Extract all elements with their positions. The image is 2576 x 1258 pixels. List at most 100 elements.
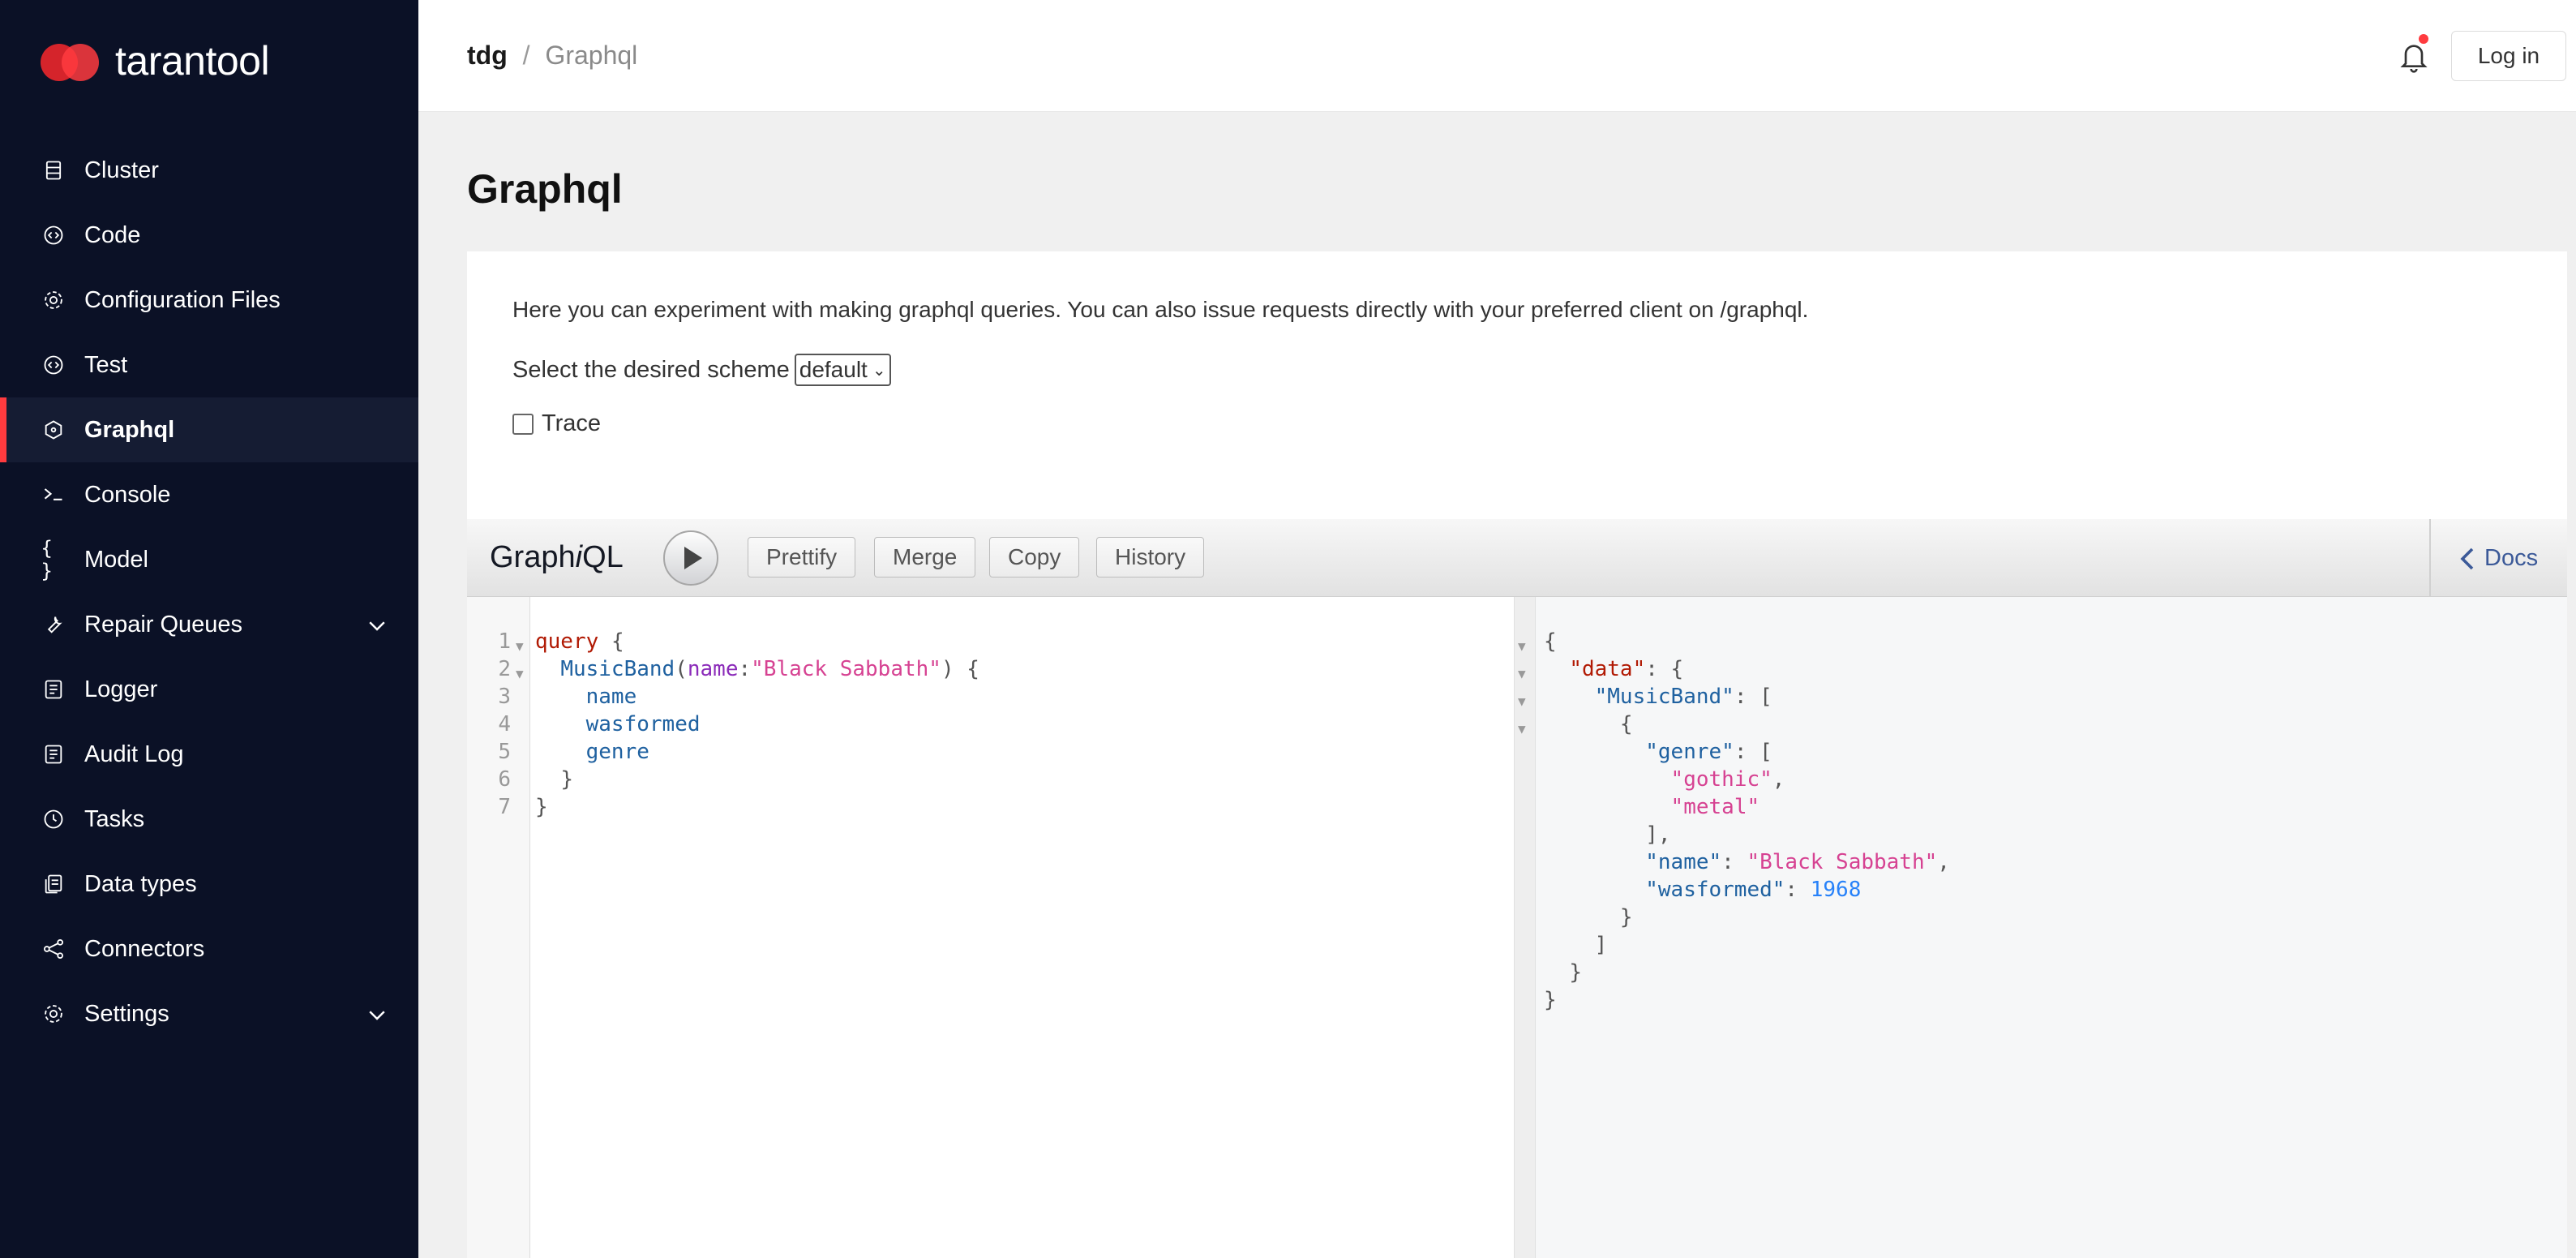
chevron-down-icon[interactable] bbox=[365, 1003, 389, 1027]
result-line: "name": "Black Sabbath", bbox=[1645, 850, 1950, 874]
sidebar-item-console[interactable]: Console bbox=[0, 462, 418, 527]
result-line: "gothic", bbox=[1670, 767, 1785, 792]
sidebar-item-label: Model bbox=[84, 546, 148, 573]
notifications-button[interactable] bbox=[2398, 34, 2430, 75]
result-line: } bbox=[1544, 988, 1557, 1012]
braces-icon: { } bbox=[41, 537, 54, 582]
play-icon bbox=[684, 547, 702, 569]
sidebar-item-audit-log[interactable]: Audit Log bbox=[0, 722, 418, 787]
chevron-down-icon: ⌄ bbox=[872, 361, 886, 380]
gear-icon bbox=[41, 1001, 66, 1027]
top-header: tdg / Graphql Log in bbox=[418, 0, 2576, 112]
chevron-down-icon[interactable] bbox=[365, 613, 389, 638]
sidebar-item-logger[interactable]: Logger bbox=[0, 657, 418, 722]
sidebar-item-label: Tasks bbox=[84, 805, 145, 832]
sidebar-item-label: Code bbox=[84, 221, 141, 248]
notification-dot bbox=[2419, 34, 2428, 44]
share-icon bbox=[41, 936, 66, 962]
sidebar: tarantool Cluster Code Configuration Fil… bbox=[0, 0, 418, 1258]
code-line: MusicBand(name:"Black Sabbath") { bbox=[560, 657, 979, 681]
line-number: 2 bbox=[498, 657, 511, 681]
query-editor[interactable]: 1 2 3 4 5 6 7 ▼ ▼ query { MusicBand(name… bbox=[467, 597, 1515, 1258]
result-line: { bbox=[1619, 712, 1633, 736]
chevron-left-icon bbox=[2460, 547, 2474, 569]
result-line: ], bbox=[1645, 822, 1671, 847]
bell-icon bbox=[2400, 45, 2428, 73]
scheme-select[interactable]: default ⌄ bbox=[794, 354, 891, 386]
sidebar-item-configuration-files[interactable]: Configuration Files bbox=[0, 268, 418, 333]
result-line: } bbox=[1619, 905, 1633, 930]
tarantool-logo[interactable]: tarantool bbox=[41, 36, 270, 86]
clock-icon bbox=[41, 806, 66, 832]
sidebar-item-label: Graphql bbox=[84, 416, 175, 443]
line-number: 1 bbox=[498, 629, 511, 654]
sidebar-item-label: Repair Queues bbox=[84, 611, 243, 638]
line-number: 4 bbox=[498, 712, 511, 736]
history-button[interactable]: History bbox=[1096, 537, 1205, 577]
fold-arrow-icon[interactable]: ▼ bbox=[1518, 715, 1526, 743]
code-line: wasformed bbox=[585, 712, 701, 736]
breadcrumb-root[interactable]: tdg bbox=[467, 41, 508, 70]
logo-text: tarantool bbox=[115, 38, 270, 84]
scheme-label: Select the desired scheme bbox=[512, 356, 790, 383]
fold-arrow-icon[interactable]: ▼ bbox=[516, 660, 524, 688]
scheme-selected-value: default bbox=[799, 357, 868, 382]
breadcrumb-separator: / bbox=[522, 41, 530, 70]
graphql-settings-card: Here you can experiment with making grap… bbox=[467, 251, 2567, 519]
prettify-button[interactable]: Prettify bbox=[748, 537, 856, 577]
graphiql-title: GraphiQL bbox=[490, 540, 624, 574]
merge-button[interactable]: Merge bbox=[874, 537, 976, 577]
page-title: Graphql bbox=[467, 166, 623, 212]
line-number: 6 bbox=[498, 767, 511, 792]
sidebar-item-label: Test bbox=[84, 351, 128, 378]
sidebar-item-model[interactable]: { } Model bbox=[0, 527, 418, 592]
result-line: "data": { bbox=[1569, 657, 1684, 681]
result-line: "metal" bbox=[1670, 795, 1760, 819]
graphiql-toolbar: GraphiQL Prettify Merge Copy History Doc… bbox=[467, 519, 2567, 597]
result-line: ] bbox=[1594, 933, 1608, 957]
sidebar-item-label: Audit Log bbox=[84, 741, 184, 767]
sidebar-item-data-types[interactable]: Data types bbox=[0, 852, 418, 917]
breadcrumb-current: Graphql bbox=[545, 41, 638, 70]
docs-toggle: Docs bbox=[2429, 519, 2567, 597]
wrench-icon bbox=[41, 612, 66, 638]
graphiql-panel: GraphiQL Prettify Merge Copy History Doc… bbox=[467, 519, 2567, 1258]
sidebar-item-label: Settings bbox=[84, 1000, 169, 1027]
result-line: "genre": [ bbox=[1645, 740, 1772, 764]
graphql-icon bbox=[41, 417, 66, 443]
result-line: "wasformed": 1968 bbox=[1645, 878, 1862, 902]
fold-arrow-icon[interactable]: ▼ bbox=[1518, 688, 1526, 715]
code-line: } bbox=[535, 795, 548, 819]
sidebar-item-label: Console bbox=[84, 481, 171, 508]
scheme-row: Select the desired scheme default ⌄ bbox=[512, 354, 891, 386]
fold-arrow-icon[interactable]: ▼ bbox=[1518, 633, 1526, 660]
execute-query-button[interactable] bbox=[663, 530, 718, 586]
sidebar-item-repair-queues[interactable]: Repair Queues bbox=[0, 592, 418, 657]
sidebar-item-settings[interactable]: Settings bbox=[0, 981, 418, 1046]
fold-arrow-icon[interactable]: ▼ bbox=[516, 633, 524, 660]
code-icon bbox=[41, 352, 66, 378]
sidebar-item-test[interactable]: Test bbox=[0, 333, 418, 397]
sidebar-item-connectors[interactable]: Connectors bbox=[0, 917, 418, 981]
main-content: Graphql Here you can experiment with mak… bbox=[418, 112, 2576, 1258]
logo-icon bbox=[41, 36, 102, 86]
result-line: } bbox=[1569, 960, 1582, 985]
sidebar-item-tasks[interactable]: Tasks bbox=[0, 787, 418, 852]
line-number: 3 bbox=[498, 685, 511, 709]
sidebar-item-label: Data types bbox=[84, 870, 197, 897]
sidebar-item-code[interactable]: Code bbox=[0, 203, 418, 268]
sidebar-item-cluster[interactable]: Cluster bbox=[0, 138, 418, 203]
sidebar-item-graphql[interactable]: Graphql bbox=[0, 397, 418, 462]
sidebar-nav: Cluster Code Configuration Files Test Gr… bbox=[0, 138, 418, 1046]
login-button[interactable]: Log in bbox=[2451, 31, 2566, 81]
trace-checkbox[interactable] bbox=[512, 413, 534, 435]
files-icon bbox=[41, 871, 66, 897]
code-line: genre bbox=[585, 740, 649, 764]
copy-button[interactable]: Copy bbox=[989, 537, 1080, 577]
sidebar-item-label: Cluster bbox=[84, 157, 159, 183]
trace-row[interactable]: Trace bbox=[512, 410, 601, 437]
docs-button[interactable]: Docs bbox=[2458, 545, 2538, 572]
code-line: } bbox=[560, 767, 573, 792]
line-number: 7 bbox=[498, 795, 511, 819]
fold-arrow-icon[interactable]: ▼ bbox=[1518, 660, 1526, 688]
